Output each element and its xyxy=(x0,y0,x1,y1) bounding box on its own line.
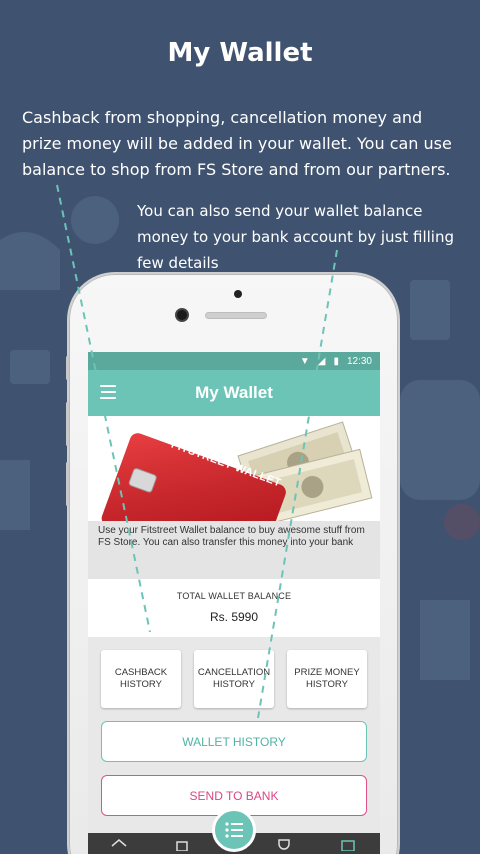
cashback-history-button[interactable]: CASHBACK HISTORY xyxy=(101,650,181,708)
status-time: 12:30 xyxy=(346,355,372,367)
wallet-banner-image: FITSTREET WALLET xyxy=(88,416,380,521)
status-bar: ▼ ◢ ▮ 12:30 xyxy=(88,352,380,370)
list-fab-button[interactable] xyxy=(212,808,256,852)
trophy-icon[interactable] xyxy=(276,839,292,851)
wallet-description: Use your Fitstreet Wallet balance to buy… xyxy=(88,521,380,579)
list-icon xyxy=(225,822,243,838)
balance-card: TOTAL WALLET BALANCE Rs. 5990 xyxy=(88,579,380,637)
home-icon[interactable] xyxy=(111,839,127,851)
hamburger-menu-icon[interactable] xyxy=(100,385,116,399)
promo-title: My Wallet xyxy=(167,38,313,68)
balance-value: Rs. 5990 xyxy=(209,610,259,624)
promo-description-1: Cashback from shopping, cancellation mon… xyxy=(22,108,452,179)
phone-side-button xyxy=(66,356,69,380)
app-bar: My Wallet xyxy=(88,370,380,416)
store-icon[interactable] xyxy=(174,839,190,851)
prize-money-history-button[interactable]: PRIZE MONEY HISTORY xyxy=(287,650,367,708)
cancellation-history-button[interactable]: CANCELLATION HISTORY xyxy=(194,650,274,708)
phone-camera xyxy=(175,308,189,322)
phone-volume-down xyxy=(66,462,69,506)
phone-sensor xyxy=(234,290,242,298)
wallet-icon[interactable] xyxy=(340,839,356,851)
history-tiles: CASHBACK HISTORY CANCELLATION HISTORY PR… xyxy=(88,637,380,708)
wifi-icon: ▼ xyxy=(299,355,310,367)
phone-volume-up xyxy=(66,402,69,446)
battery-icon: ▮ xyxy=(333,355,339,367)
app-title: My Wallet xyxy=(195,383,273,402)
app-screen: ▼ ◢ ▮ 12:30 My Wallet FITSTREET WALLET U… xyxy=(88,352,380,854)
signal-icon: ◢ xyxy=(317,355,326,367)
balance-label: TOTAL WALLET BALANCE xyxy=(176,591,292,601)
phone-speaker xyxy=(205,312,267,319)
promo-description-2: You can also send your wallet balance mo… xyxy=(137,202,454,272)
wallet-history-button[interactable]: WALLET HISTORY xyxy=(101,721,367,762)
